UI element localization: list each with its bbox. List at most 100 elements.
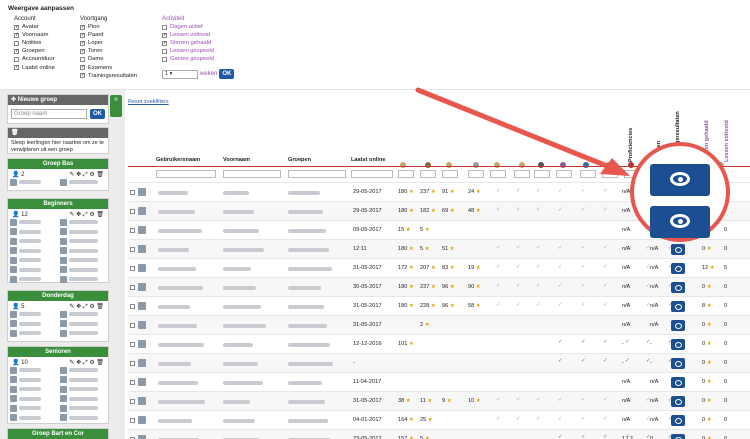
setting-option[interactable]: ✓ Examens (80, 63, 137, 71)
checkbox[interactable]: ✓ (80, 73, 85, 79)
group-card[interactable]: Groep Bart en Cor👤 7✎ ✥ ⤢ ⚙ 🗑 (7, 428, 109, 439)
group-member[interactable] (10, 395, 58, 403)
setting-option[interactable]: ✓ Toren (80, 47, 137, 55)
progress-column-icon[interactable] (446, 162, 452, 168)
reset-filters-link[interactable]: Reset zoekfilters (128, 99, 169, 105)
col-last-online[interactable]: Laatst online (351, 157, 386, 163)
group-member[interactable] (60, 228, 108, 236)
table-row[interactable]: 04-01-2017164 ★25 ★✓✓✓✓✓✓✓✓✓n/An/A0 ★0 (128, 410, 750, 429)
group-member[interactable] (60, 310, 108, 318)
group-member[interactable] (60, 178, 108, 186)
checkbox[interactable]: ✓ (80, 32, 85, 38)
group-member[interactable] (10, 247, 58, 255)
checkbox[interactable]: ✓ (162, 32, 167, 38)
group-member[interactable] (60, 395, 108, 403)
table-row[interactable]: 30-05-2017180 ★237 ★96 ★90 ★✓✓✓✓✓✓✓✓✓n/A… (128, 277, 750, 296)
row-checkbox[interactable] (130, 285, 135, 290)
group-name[interactable]: Groep Bart en Cor (8, 429, 108, 439)
group-name[interactable]: Donderdag (8, 291, 108, 301)
row-checkbox[interactable] (130, 266, 135, 271)
row-checkbox[interactable] (130, 323, 135, 328)
checkbox[interactable] (80, 56, 85, 62)
setting-option[interactable]: ✓ Voornaam (14, 31, 55, 39)
checkbox[interactable]: ✓ (80, 24, 85, 30)
group-member[interactable] (10, 266, 58, 274)
column-filter-input[interactable] (398, 170, 414, 178)
collapse-sidebar-button[interactable]: » (110, 95, 122, 117)
row-checkbox[interactable] (130, 361, 135, 366)
column-filter-input[interactable] (602, 170, 618, 178)
col-username[interactable]: Gebruikersnaam (156, 157, 200, 163)
column-filter-input[interactable] (534, 170, 550, 178)
setting-option[interactable]: ✓ Loper (80, 39, 137, 47)
setting-option[interactable]: Notities (14, 39, 55, 47)
group-member[interactable] (10, 310, 58, 318)
row-checkbox[interactable] (130, 190, 135, 195)
view-results-button[interactable] (671, 339, 685, 350)
progress-column-icon[interactable] (494, 162, 500, 168)
view-results-button[interactable] (671, 434, 685, 439)
checkbox[interactable] (14, 40, 19, 46)
progress-column-icon[interactable] (628, 162, 634, 168)
group-member[interactable] (10, 275, 58, 283)
group-member[interactable] (60, 385, 108, 393)
setting-option[interactable]: Accountduur (14, 55, 55, 63)
checkbox[interactable]: ✓ (14, 48, 19, 54)
row-checkbox[interactable] (130, 228, 135, 233)
view-results-button[interactable] (671, 415, 685, 426)
group-member[interactable] (60, 237, 108, 245)
row-checkbox[interactable] (130, 247, 135, 252)
table-row[interactable]: 12-12-2016101 ★✓✓✓✓✓✓--0 ★0 (128, 334, 750, 353)
checkbox[interactable]: ✓ (80, 48, 85, 54)
table-row[interactable]: 12:11180 ★5 ★51 ★✓✓✓✓✓✓✓✓✓n/An/A0 ★0 (128, 239, 750, 258)
vertical-column-header[interactable]: Proficiencies (628, 128, 634, 162)
group-member[interactable] (60, 376, 108, 384)
table-row[interactable]: 31-05-2017180 ★228 ★96 ★58 ★✓✓✓✓✓✓✓✓✓n/A… (128, 296, 750, 315)
create-group-button[interactable]: OK (90, 109, 105, 119)
zoom-eye-button-1[interactable] (650, 164, 710, 196)
group-member[interactable] (60, 329, 108, 337)
weeks-select[interactable]: 1 ▾ (162, 69, 198, 79)
setting-option[interactable]: ✓ Pion (80, 23, 137, 31)
row-checkbox[interactable] (130, 380, 135, 385)
group-name[interactable]: Groep Bas (8, 159, 108, 169)
group-member[interactable] (60, 275, 108, 283)
table-row[interactable]: 31-05-201738 ★11 ★9 ★10 ★✓✓✓✓✓✓✓✓✓n/An/A… (128, 391, 750, 410)
group-member[interactable] (60, 404, 108, 412)
group-card[interactable]: Groep Bas 👤 2 ✎ ✥ ⤢ ⚙ 🗑 (7, 158, 109, 191)
setting-option[interactable]: Games gespeeld (162, 55, 214, 63)
row-checkbox[interactable] (130, 342, 135, 347)
column-filter-input[interactable] (156, 170, 216, 178)
group-card[interactable]: Senioren 👤 10 ✎ ✥ ⤢ ⚙ 🗑 (7, 346, 109, 424)
checkbox[interactable]: ✓ (80, 40, 85, 46)
remove-from-group-dropzone[interactable]: 🗑 Sleep leerlingen hier naartoe om ze te… (7, 127, 109, 154)
group-member[interactable] (10, 376, 58, 384)
column-filter-input[interactable] (442, 170, 458, 178)
view-results-button[interactable] (671, 377, 685, 388)
group-member[interactable] (60, 218, 108, 226)
group-member[interactable] (60, 247, 108, 255)
checkbox[interactable]: ✓ (14, 32, 19, 38)
column-filter-input[interactable] (288, 170, 346, 178)
setting-option[interactable]: ✓ Lessen voltooid (162, 31, 214, 39)
group-member[interactable] (10, 178, 58, 186)
row-checkbox[interactable] (130, 304, 135, 309)
table-row[interactable]: 23-05-2017157 ★5 ★✓✓✓✓✓✓1 / 200 ★0 (128, 429, 750, 439)
column-filter-input[interactable] (468, 170, 484, 178)
setting-option[interactable]: ✓ Laatst online (14, 63, 55, 71)
progress-column-icon[interactable] (538, 162, 544, 168)
column-filter-input[interactable] (580, 170, 596, 178)
setting-option[interactable]: Lessen gespeeld (162, 47, 214, 55)
column-filter-input[interactable] (351, 170, 393, 178)
setting-option[interactable]: Dame (80, 55, 137, 63)
group-name-input[interactable]: Groep naam (11, 109, 87, 119)
view-results-button[interactable] (671, 282, 685, 293)
group-member[interactable] (10, 366, 58, 374)
group-member[interactable] (10, 404, 58, 412)
col-groups[interactable]: Groepen (288, 157, 311, 163)
progress-column-icon[interactable] (560, 162, 566, 168)
group-member[interactable] (60, 266, 108, 274)
progress-column-icon[interactable] (583, 162, 589, 168)
checkbox[interactable] (162, 56, 167, 62)
group-card[interactable]: Beginners 👤 12 ✎ ✥ ⤢ ⚙ 🗑 (7, 198, 109, 283)
